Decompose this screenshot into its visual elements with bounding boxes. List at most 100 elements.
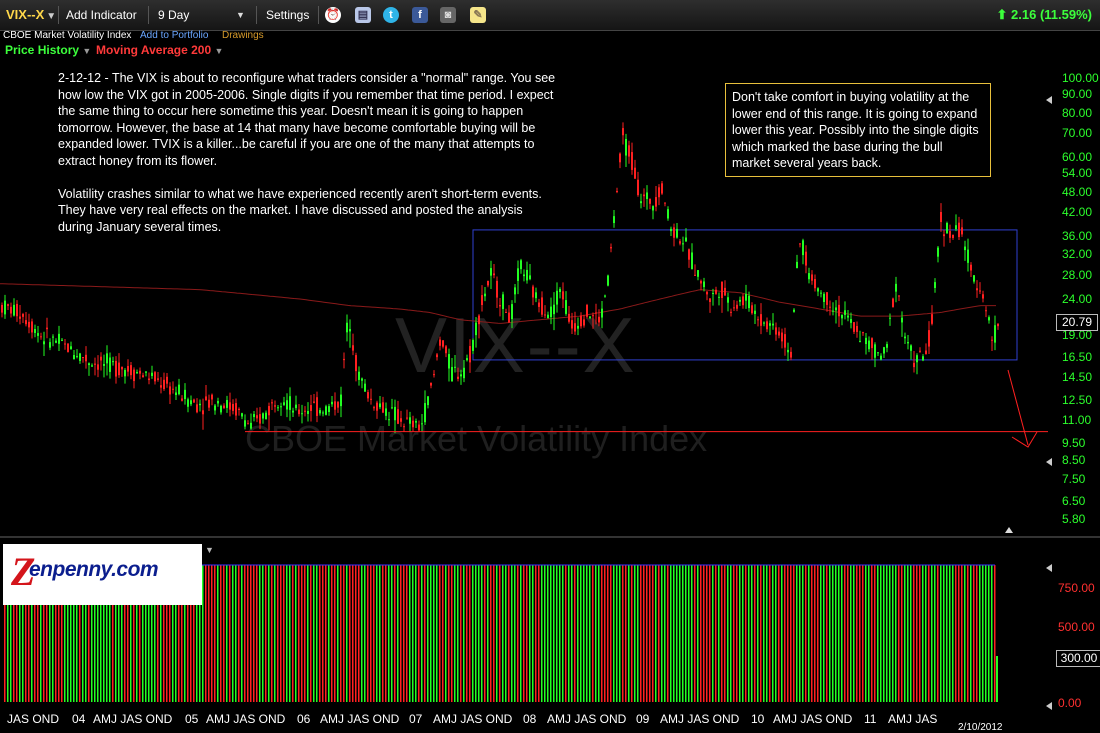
price-candle	[259, 414, 261, 424]
volume-bar	[982, 565, 984, 702]
volume-bar	[799, 565, 801, 702]
price-candle	[22, 314, 24, 317]
volume-bar	[388, 565, 390, 702]
price-candle	[559, 288, 561, 293]
price-candle	[397, 409, 399, 424]
price-candle	[568, 313, 570, 322]
price-candle	[181, 398, 183, 401]
price-candle	[943, 234, 945, 237]
volume-bar	[922, 565, 924, 702]
volume-bar	[532, 565, 534, 702]
volume-bar	[721, 565, 723, 702]
price-candle	[952, 234, 954, 238]
price-candle	[484, 293, 486, 297]
price-marker-icon	[1046, 458, 1052, 466]
volume-bar	[562, 565, 564, 702]
price-axis-label: 42.00	[1062, 205, 1093, 220]
price-candle	[154, 372, 156, 382]
volume-bar	[607, 565, 609, 702]
price-candle	[637, 179, 639, 196]
price-candle	[130, 365, 132, 376]
price-candle	[466, 358, 468, 361]
price-candle	[535, 292, 537, 299]
time-axis-label: AMJ JAS OND	[773, 712, 853, 726]
price-axis-label: 54.00	[1062, 166, 1093, 181]
volume-bar	[271, 565, 273, 702]
volume-bar	[748, 565, 750, 702]
volume-bar	[448, 565, 450, 702]
price-candle	[790, 351, 792, 358]
volume-bar	[418, 565, 420, 702]
volume-bar	[868, 565, 870, 702]
price-candle	[871, 338, 873, 349]
price-candle	[904, 336, 906, 339]
price-candle	[436, 354, 438, 358]
price-candle	[274, 405, 276, 407]
price-candle	[460, 374, 462, 377]
volume-bar	[274, 565, 276, 702]
price-candle	[955, 225, 957, 230]
volume-bar	[826, 565, 828, 702]
price-candle	[520, 260, 522, 270]
volume-bar	[367, 565, 369, 702]
price-candle	[82, 356, 84, 358]
price-candle	[610, 247, 612, 249]
price-axis-label: 28.00	[1062, 268, 1093, 283]
price-candle	[67, 343, 69, 352]
price-candle	[364, 383, 366, 392]
price-candle	[763, 322, 765, 324]
price-candle	[820, 292, 822, 294]
price-candle	[109, 357, 111, 372]
price-axis-label: 48.00	[1062, 184, 1093, 199]
price-candle	[835, 307, 837, 311]
volume-bar	[880, 565, 882, 702]
volume-bar	[808, 565, 810, 702]
price-candle	[25, 320, 27, 325]
price-candle	[292, 410, 294, 413]
price-candle	[895, 283, 897, 292]
price-candle	[331, 401, 333, 405]
volume-bar	[595, 565, 597, 702]
volume-bar	[268, 565, 270, 702]
volume-bar	[943, 565, 945, 702]
price-candle	[706, 291, 708, 295]
volume-bar	[493, 565, 495, 702]
price-candle	[394, 406, 396, 421]
price-candle	[241, 413, 243, 417]
price-candle	[958, 222, 960, 238]
volume-bar	[208, 565, 210, 702]
volume-bar	[976, 565, 978, 702]
price-candle	[280, 406, 282, 408]
annotation-paragraph-2: Volatility crashes similar to what we ha…	[58, 186, 542, 234]
price-candle	[307, 410, 309, 414]
price-candle	[187, 399, 189, 407]
volume-bar	[265, 565, 267, 702]
price-candle	[739, 299, 741, 302]
price-candle	[373, 407, 375, 409]
price-candle	[709, 298, 711, 303]
price-candle	[859, 340, 861, 342]
price-candle	[343, 358, 345, 361]
price-candle	[697, 270, 699, 277]
price-candle	[451, 366, 453, 382]
price-candle	[163, 379, 165, 390]
price-candle	[316, 397, 318, 416]
price-candle	[385, 408, 387, 416]
price-candle	[838, 304, 840, 317]
volume-bar	[277, 565, 279, 702]
volume-bar	[781, 565, 783, 702]
price-candle	[817, 288, 819, 292]
current-price-badge: 20.79	[1056, 314, 1098, 331]
price-candle	[778, 331, 780, 336]
volume-bar	[517, 565, 519, 702]
volume-bar	[580, 565, 582, 702]
volume-bar	[988, 565, 990, 702]
volume-bar	[571, 565, 573, 702]
volume-bar	[205, 565, 207, 702]
volume-bar	[226, 565, 228, 702]
chevron-down-icon[interactable]: ▼	[205, 545, 214, 555]
price-candle	[721, 281, 723, 299]
volume-bar	[991, 565, 993, 702]
volume-bar	[763, 565, 765, 702]
price-candle	[730, 311, 732, 313]
